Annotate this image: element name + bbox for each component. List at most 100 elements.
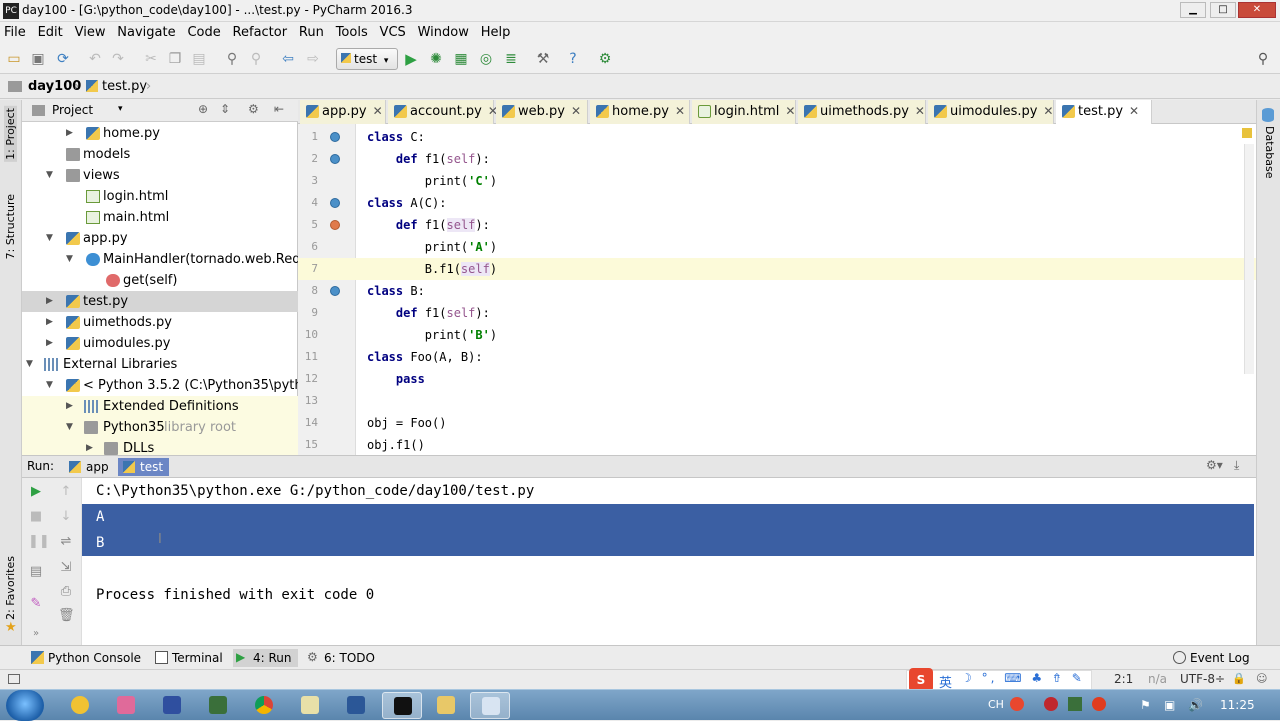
tool-windows-icon[interactable] [8,674,20,684]
hector-icon[interactable]: ☺ [1256,672,1267,685]
tree-item-test-py[interactable]: ▶ test.py [22,291,298,312]
tab-terminal[interactable]: Terminal [152,649,229,667]
tab-login-html[interactable]: login.html ✕ [692,100,796,124]
close-icon[interactable]: ✕ [1043,104,1053,118]
maximize-button[interactable]: □ [1210,2,1236,18]
close-window-button[interactable]: ✕ [1238,2,1276,18]
back-icon[interactable]: ⇦ [280,51,296,67]
tab-app-py[interactable]: app.py ✕ [300,100,386,124]
paste-icon[interactable]: ▤ [191,51,207,67]
close-icon[interactable]: ✕ [373,104,383,118]
tab-uimethods-py[interactable]: uimethods.py ✕ [798,100,926,124]
expand-arrow-icon[interactable]: ▶ [46,291,53,312]
code-line[interactable]: 11 class Foo(A, B): [298,346,1256,368]
expand-arrow-icon[interactable]: ▶ [66,396,73,417]
hide-panel-icon[interactable]: ⤓ [1234,458,1239,473]
tab-python-console[interactable]: Python Console [28,649,147,667]
menu-run[interactable]: Run [295,22,328,43]
collapse-arrow-icon[interactable]: ▼ [46,165,53,186]
tab-todo[interactable]: ⚙ 6: TODO [304,649,381,667]
collapse-arrow-icon[interactable]: ▼ [26,354,33,375]
menu-tools[interactable]: Tools [332,22,372,43]
save-icon[interactable]: ▣ [30,51,46,67]
more-icon[interactable]: » [28,626,44,642]
code-line[interactable]: 13 [298,390,1256,412]
tree-item-python-sdk[interactable]: ▼ < Python 3.5.2 (C:\Python35\python.e [22,375,298,396]
rerun-icon[interactable]: ▶ [28,484,44,500]
tool-tab-favorites[interactable]: 2: Favorites [4,556,17,620]
network-tray-icon[interactable] [1092,697,1106,711]
collapse-arrow-icon[interactable]: ▼ [66,417,73,438]
expand-arrow-icon[interactable]: ▶ [46,312,53,333]
menu-code[interactable]: Code [183,22,224,43]
locate-icon[interactable]: ⊕ [198,102,208,116]
cut-icon[interactable]: ✂ [143,51,159,67]
run-console[interactable]: C:\Python35\python.exe G:/python_code/da… [82,478,1256,645]
line-separator[interactable]: n/a [1148,672,1167,686]
pause-icon[interactable]: ❚❚ [28,534,50,550]
menu-help[interactable]: Help [477,22,515,43]
up-icon[interactable]: ↑ [58,484,74,500]
minimize-button[interactable]: ▁ [1180,2,1206,18]
tool-tab-structure[interactable]: 7: Structure [4,194,17,259]
breadcrumb-file[interactable]: test.py [102,79,147,94]
code-line[interactable]: 2 def f1(self): [298,148,1256,170]
open-icon[interactable]: ▭ [6,51,22,67]
sogou-tray-icon[interactable] [1010,697,1024,711]
close-icon[interactable]: ✕ [571,104,581,118]
profile-icon[interactable]: ◎ [478,51,494,67]
replace-icon[interactable]: ⚲ [248,51,264,67]
tab-home-py[interactable]: home.py ✕ [590,100,690,124]
chevron-down-icon[interactable]: ▾ [118,104,123,114]
antivirus-icon[interactable] [1044,697,1058,711]
code-line[interactable]: 1 class C: [298,126,1256,148]
concurrency-icon[interactable]: ≣ [503,51,519,67]
code-line[interactable]: 4 class A(C): [298,192,1256,214]
overridden-method-icon[interactable] [330,154,340,164]
menu-refactor[interactable]: Refactor [229,22,292,43]
tool-tab-database[interactable]: Database [1263,126,1276,179]
tree-item-mainhandler[interactable]: ▼ MainHandler(tornado.web.Reque [22,249,298,270]
pin-icon[interactable]: ✎ [28,596,44,612]
inspection-status-icon[interactable] [1242,128,1252,138]
tree-item-login-html[interactable]: login.html [22,186,298,207]
code-line[interactable]: 9 def f1(self): [298,302,1256,324]
tree-item-app-py[interactable]: ▼ app.py [22,228,298,249]
code-line[interactable]: 10 print('B') [298,324,1256,346]
tab-web-py[interactable]: web.py ✕ [496,100,588,124]
taskbar-app[interactable] [152,692,192,719]
search-everywhere-icon[interactable]: ⚲ [1255,51,1271,67]
close-icon[interactable]: ✕ [1129,104,1139,118]
close-icon[interactable]: ✕ [675,104,685,118]
expand-arrow-icon[interactable]: ▶ [46,333,53,354]
tree-item-home-py[interactable]: ▶ home.py [22,123,298,144]
tree-item-views[interactable]: ▼ views [22,165,298,186]
overridden-method-icon[interactable] [330,286,340,296]
lock-icon[interactable]: 🔒 [1232,672,1246,685]
stop-icon[interactable]: ■ [28,509,44,525]
start-button[interactable] [6,690,44,721]
menu-file[interactable]: File [0,22,30,43]
redo-icon[interactable]: ↷ [110,51,126,67]
structure-icon[interactable]: ⚙ [597,51,613,67]
menu-edit[interactable]: Edit [34,22,67,43]
tray-app-icon[interactable] [1068,697,1082,711]
code-line[interactable]: 6 print('A') [298,236,1256,258]
menu-navigate[interactable]: Navigate [113,22,179,43]
run-config-selector[interactable]: test ▾ [336,48,398,70]
code-line[interactable]: 5 def f1(self): [298,214,1256,236]
gear-icon[interactable]: ⚙ [248,102,259,116]
collapse-arrow-icon[interactable]: ▼ [46,375,53,396]
taskbar-app-pycharm[interactable] [382,692,422,719]
copy-icon[interactable]: ❐ [167,51,183,67]
code-editor[interactable]: 1 class C: 2 def f1(self): 3 print('C') … [298,124,1256,455]
ime-tools-icon[interactable]: ☽ °, ⌨ ♣ ⇮ ✎ [961,671,1085,685]
menu-view[interactable]: View [71,22,110,43]
flag-icon[interactable]: ⚑ [1140,698,1151,712]
tree-item-extended-definitions[interactable]: ▶ Extended Definitions [22,396,298,417]
tree-item-uimodules-py[interactable]: ▶ uimodules.py [22,333,298,354]
tree-item-uimethods-py[interactable]: ▶ uimethods.py [22,312,298,333]
taskbar-app[interactable] [198,692,238,719]
soft-wrap-icon[interactable]: ⇌ [58,534,74,550]
language-indicator[interactable]: CH [988,698,1004,711]
